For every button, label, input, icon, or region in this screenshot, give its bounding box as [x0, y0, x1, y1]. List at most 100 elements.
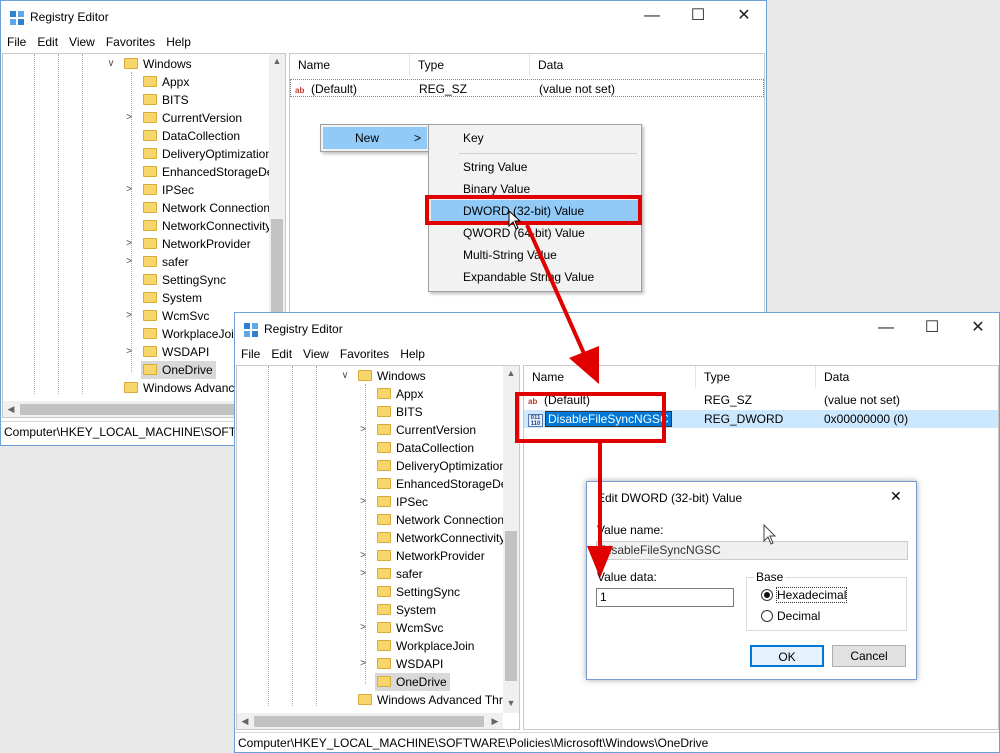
tree-item[interactable]: NetworkProvider — [143, 235, 251, 253]
scroll-right-icon[interactable]: ▶ — [488, 716, 502, 727]
tree-item[interactable]: EnhancedStorageDevices — [377, 475, 519, 493]
expand-chevron-icon[interactable]: > — [358, 622, 368, 633]
menu-help[interactable]: Help — [160, 33, 196, 49]
tree-item[interactable]: Appx — [143, 73, 189, 91]
collapse-chevron-icon[interactable]: ∨ — [340, 370, 350, 381]
tree-item[interactable]: Network Connections — [377, 511, 510, 529]
tree-item[interactable]: NetworkConnectivity — [143, 217, 271, 235]
tree-item[interactable]: DataCollection — [143, 127, 240, 145]
scroll-thumb[interactable] — [254, 716, 484, 727]
menu-view[interactable]: View — [297, 345, 334, 361]
title-bar[interactable]: Registry Editor — ☐ ✕ — [1, 1, 766, 33]
maximize-icon[interactable]: ☐ — [909, 313, 955, 345]
tree-item-onedrive-selected[interactable]: OneDrive — [141, 361, 216, 379]
expand-chevron-icon[interactable]: > — [124, 346, 134, 357]
scroll-thumb[interactable] — [20, 404, 250, 415]
expand-chevron-icon[interactable]: > — [124, 310, 134, 321]
tree-item[interactable]: DeliveryOptimization — [377, 457, 506, 475]
tree-pane[interactable]: ∨ Windows Appx BITS > CurrentVersion Dat… — [236, 365, 520, 730]
menu-edit[interactable]: Edit — [265, 345, 297, 361]
tree-item[interactable]: WcmSvc — [143, 307, 209, 325]
tree-item[interactable]: Appx — [377, 385, 423, 403]
minimize-icon[interactable]: — — [629, 1, 675, 33]
column-header-name[interactable]: Name — [524, 366, 696, 388]
tree-item[interactable]: Windows Advanced Threat Protection — [358, 691, 519, 709]
tree-item[interactable]: WorkplaceJoin — [377, 637, 474, 655]
ok-button[interactable]: OK — [750, 645, 824, 667]
cancel-button[interactable]: Cancel — [832, 645, 906, 667]
menu-help[interactable]: Help — [394, 345, 430, 361]
decimal-label[interactable]: Decimal — [777, 609, 820, 623]
tree-item[interactable]: CurrentVersion — [377, 421, 476, 439]
expand-chevron-icon[interactable]: > — [358, 568, 368, 579]
tree-horizontal-scrollbar[interactable]: ◀ ▶ — [237, 713, 503, 729]
menu-view[interactable]: View — [63, 33, 100, 49]
tree-item[interactable]: IPSec — [377, 493, 428, 511]
tree-item[interactable]: WorkplaceJoin — [143, 325, 240, 343]
tree-item[interactable]: WSDAPI — [143, 343, 209, 361]
menu-item-string-value[interactable]: String Value — [431, 156, 639, 178]
menu-item-qword-value[interactable]: QWORD (64-bit) Value — [431, 222, 639, 244]
scroll-thumb[interactable] — [505, 531, 517, 681]
collapse-chevron-icon[interactable]: ∨ — [106, 58, 116, 69]
column-header-data[interactable]: Data — [530, 54, 764, 76]
menu-favorites[interactable]: Favorites — [100, 33, 160, 49]
menu-item-multi-string-value[interactable]: Multi-String Value — [431, 244, 639, 266]
menu-item-expandable-string-value[interactable]: Expandable String Value — [431, 266, 639, 288]
tree-item[interactable]: System — [143, 289, 202, 307]
column-header-data[interactable]: Data — [816, 366, 998, 388]
menu-file[interactable]: File — [1, 33, 31, 49]
tree-item[interactable]: BITS — [143, 91, 189, 109]
close-icon[interactable]: ✕ — [955, 313, 1000, 345]
scroll-down-icon[interactable]: ▼ — [504, 698, 518, 708]
expand-chevron-icon[interactable]: > — [358, 496, 368, 507]
tree-item[interactable]: NetworkProvider — [377, 547, 485, 565]
tree-item[interactable]: safer — [377, 565, 423, 583]
column-header-type[interactable]: Type — [410, 54, 530, 76]
scroll-left-icon[interactable]: ◀ — [238, 716, 252, 727]
tree-item[interactable]: BITS — [377, 403, 423, 421]
maximize-icon[interactable]: ☐ — [675, 1, 721, 33]
column-header-type[interactable]: Type — [696, 366, 816, 388]
value-row-default[interactable]: ab (Default) REG_SZ (value not set) — [290, 79, 764, 97]
tree-item[interactable]: CurrentVersion — [143, 109, 242, 127]
column-header-name[interactable]: Name — [290, 54, 410, 76]
tree-item[interactable]: SettingSync — [377, 583, 460, 601]
tree-horizontal-scrollbar[interactable]: ◀ — [3, 401, 269, 417]
tree-item[interactable]: WcmSvc — [377, 619, 443, 637]
expand-chevron-icon[interactable]: > — [358, 424, 368, 435]
tree-item[interactable]: NetworkConnectivity — [377, 529, 505, 547]
decimal-radio[interactable] — [761, 610, 773, 622]
tree-item[interactable]: SettingSync — [143, 271, 226, 289]
tree-item[interactable]: EnhancedStorageDevices — [143, 163, 285, 181]
tree-item-windows[interactable]: Windows — [124, 55, 192, 73]
menu-edit[interactable]: Edit — [31, 33, 63, 49]
expand-chevron-icon[interactable]: > — [124, 112, 134, 123]
expand-chevron-icon[interactable]: > — [124, 184, 134, 195]
scroll-left-icon[interactable]: ◀ — [4, 404, 18, 415]
expand-chevron-icon[interactable]: > — [358, 550, 368, 561]
menu-favorites[interactable]: Favorites — [334, 345, 394, 361]
tree-item-windows[interactable]: Windows — [358, 367, 426, 385]
hexadecimal-radio[interactable] — [761, 589, 773, 601]
value-data-input[interactable]: 1 — [596, 588, 734, 607]
close-icon[interactable]: ✕ — [721, 1, 767, 33]
menu-item-new[interactable]: New > — [323, 127, 427, 149]
expand-chevron-icon[interactable]: > — [124, 256, 134, 267]
title-bar[interactable]: Registry Editor — ☐ ✕ — [235, 313, 999, 345]
dialog-close-icon[interactable]: ✕ — [890, 488, 902, 505]
tree-item[interactable]: System — [377, 601, 436, 619]
hexadecimal-label[interactable]: Hexadecimal — [775, 587, 848, 603]
tree-item[interactable]: DeliveryOptimization — [143, 145, 272, 163]
menu-file[interactable]: File — [235, 345, 265, 361]
expand-chevron-icon[interactable]: > — [358, 658, 368, 669]
tree-item[interactable]: WSDAPI — [377, 655, 443, 673]
tree-item[interactable]: IPSec — [143, 181, 194, 199]
tree-item-onedrive-selected[interactable]: OneDrive — [375, 673, 450, 691]
expand-chevron-icon[interactable]: > — [124, 238, 134, 249]
scroll-up-icon[interactable]: ▲ — [270, 56, 284, 66]
minimize-icon[interactable]: — — [863, 313, 909, 345]
tree-item[interactable]: Network Connections — [143, 199, 276, 217]
scroll-up-icon[interactable]: ▲ — [504, 368, 518, 378]
tree-item[interactable]: DataCollection — [377, 439, 474, 457]
